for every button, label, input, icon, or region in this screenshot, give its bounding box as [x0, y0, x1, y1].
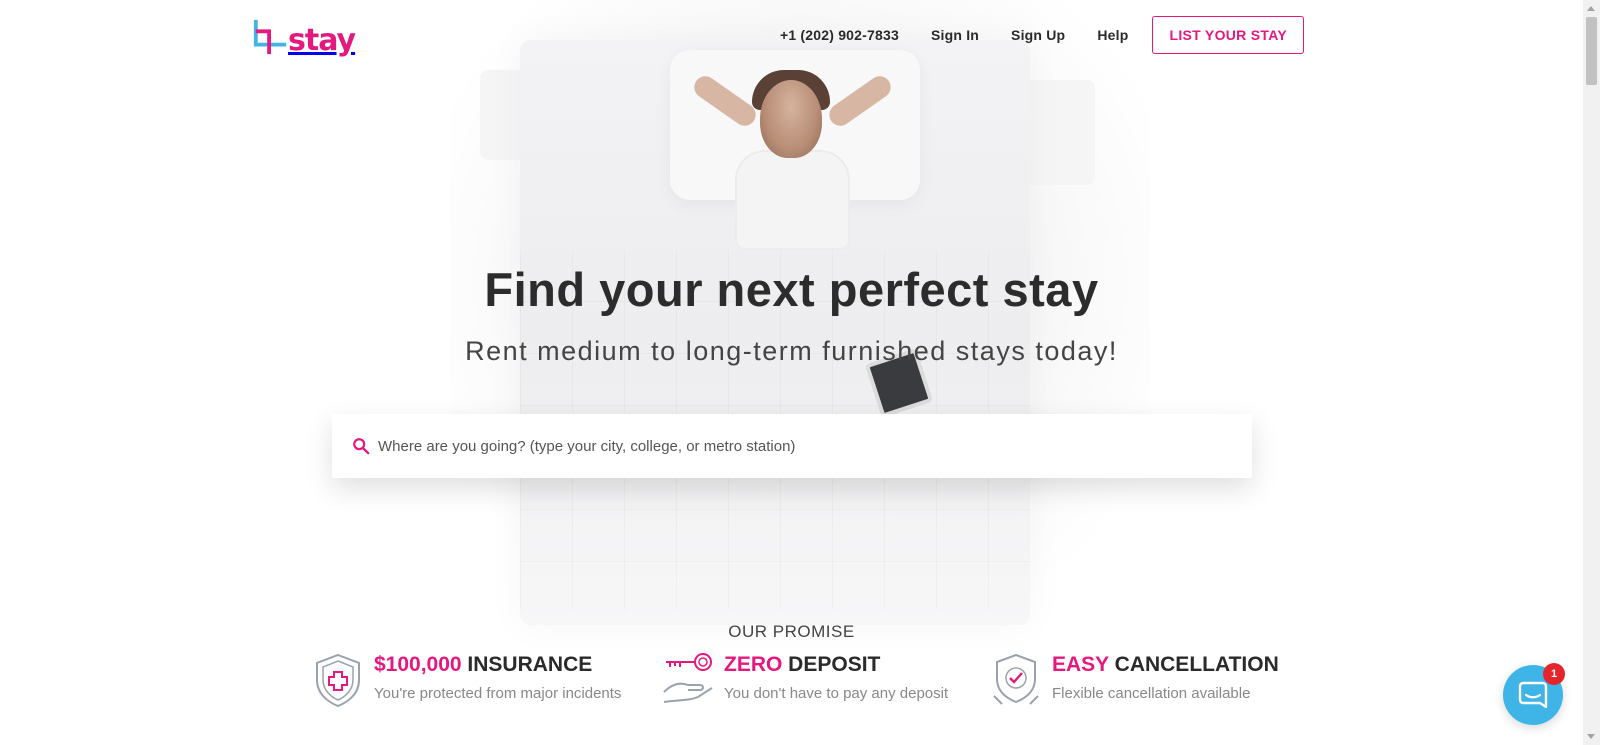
chat-icon	[1518, 681, 1548, 709]
search-bar[interactable]	[332, 414, 1252, 478]
promise-description: You don't have to pay any deposit	[724, 685, 949, 702]
search-input[interactable]	[376, 436, 1240, 456]
badge-check-icon	[993, 653, 1039, 705]
promise-cancellation: EASY CANCELLATION Flexible cancellation …	[990, 652, 1279, 708]
help-link[interactable]: Help	[1097, 27, 1128, 43]
promise-accent: EASY	[1052, 653, 1109, 676]
promise-heading: $100,000 INSURANCE	[374, 653, 621, 677]
key-hand-icon	[663, 653, 713, 703]
scroll-thumb[interactable]	[1586, 17, 1597, 85]
promise-description: You're protected from major incidents	[374, 685, 622, 702]
promise-accent: ZERO	[724, 653, 783, 676]
promise-heading: ZERO DEPOSIT	[724, 653, 948, 677]
top-nav: +1 (202) 902-7833 Sign In Sign Up Help L…	[748, 16, 1304, 54]
promise-label: CANCELLATION	[1108, 653, 1279, 676]
promise-description: Flexible cancellation available	[1052, 685, 1251, 702]
page-scrollbar[interactable]	[1583, 0, 1600, 745]
hero-person-head	[760, 80, 822, 158]
sign-up-link[interactable]: Sign Up	[1011, 27, 1065, 43]
hero-headline: Find your next perfect stay	[484, 263, 1099, 316]
promise-label: DEPOSIT	[782, 653, 881, 676]
search-icon[interactable]	[352, 437, 370, 455]
promise-deposit: ZERO DEPOSIT You don't have to pay any d…	[662, 652, 948, 708]
scroll-down-arrow-icon[interactable]	[1587, 734, 1595, 739]
promise-heading: EASY CANCELLATION	[1052, 653, 1279, 677]
promise-label: INSURANCE	[461, 653, 593, 676]
promise-insurance: $100,000 INSURANCE You're protected from…	[312, 652, 621, 708]
logo[interactable]: stay	[252, 12, 356, 58]
promise-accent: $100,000	[374, 653, 462, 676]
list-your-stay-button[interactable]: LIST YOUR STAY	[1152, 16, 1304, 54]
hero-person	[735, 150, 850, 250]
shield-cross-icon	[316, 653, 360, 708]
logo-mark-icon	[253, 19, 287, 55]
scroll-up-arrow-icon[interactable]	[1587, 6, 1595, 11]
page: stay +1 (202) 902-7833 Sign In Sign Up H…	[0, 0, 1583, 745]
hero-subheadline: Rent medium to long-term furnished stays…	[465, 336, 1118, 366]
sign-in-link[interactable]: Sign In	[931, 27, 979, 43]
promise-title: OUR PROMISE	[728, 622, 855, 641]
logo-text: stay	[288, 23, 356, 58]
phone-link[interactable]: +1 (202) 902-7833	[780, 27, 899, 43]
chat-notification-badge: 1	[1543, 663, 1565, 685]
